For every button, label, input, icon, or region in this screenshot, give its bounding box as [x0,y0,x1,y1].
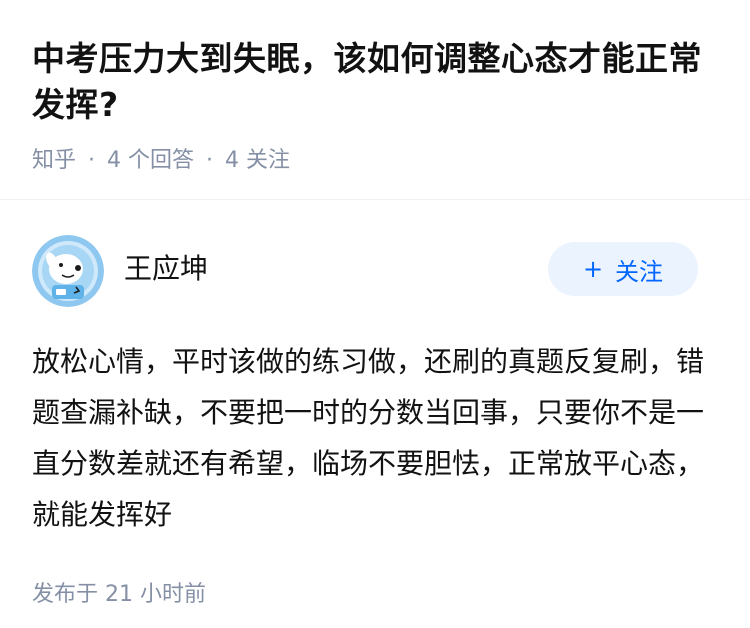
author-name[interactable]: 王应坤 [124,247,208,287]
meta-separator: · [206,148,214,173]
question-meta: 知乎 · 4 个回答 · 4 关注 [32,146,718,176]
question-header: 中考压力大到失眠，该如何调整心态才能正常发挥? 知乎 · 4 个回答 · 4 关… [0,0,750,200]
follow-button-label: 关注 [615,257,664,286]
page: 中考压力大到失眠，该如何调整心态才能正常发挥? 知乎 · 4 个回答 · 4 关… [0,0,750,628]
avatar[interactable] [32,234,104,307]
answer-content[interactable]: 放松心情，平时该做的练习做，还刷的真题反复刷，错题查漏补缺，不要把一时的分数当回… [32,336,712,540]
follow-count[interactable]: 4 关注 [225,146,290,176]
plus-icon: + [582,255,604,283]
dog-astronaut-avatar-icon [32,234,104,307]
answer-card: 王应坤 + 关注 放松心情，平时该做的练习做，还刷的真题反复刷，错题查漏补缺，不… [0,200,750,608]
question-title[interactable]: 中考压力大到失眠，该如何调整心态才能正常发挥? [32,36,718,128]
meta-separator: · [88,148,96,173]
follow-button[interactable]: + 关注 [548,242,698,296]
answer-count[interactable]: 4 个回答 [107,146,194,176]
source-label[interactable]: 知乎 [32,146,76,176]
publish-time: 发布于 21 小时前 [32,582,206,607]
